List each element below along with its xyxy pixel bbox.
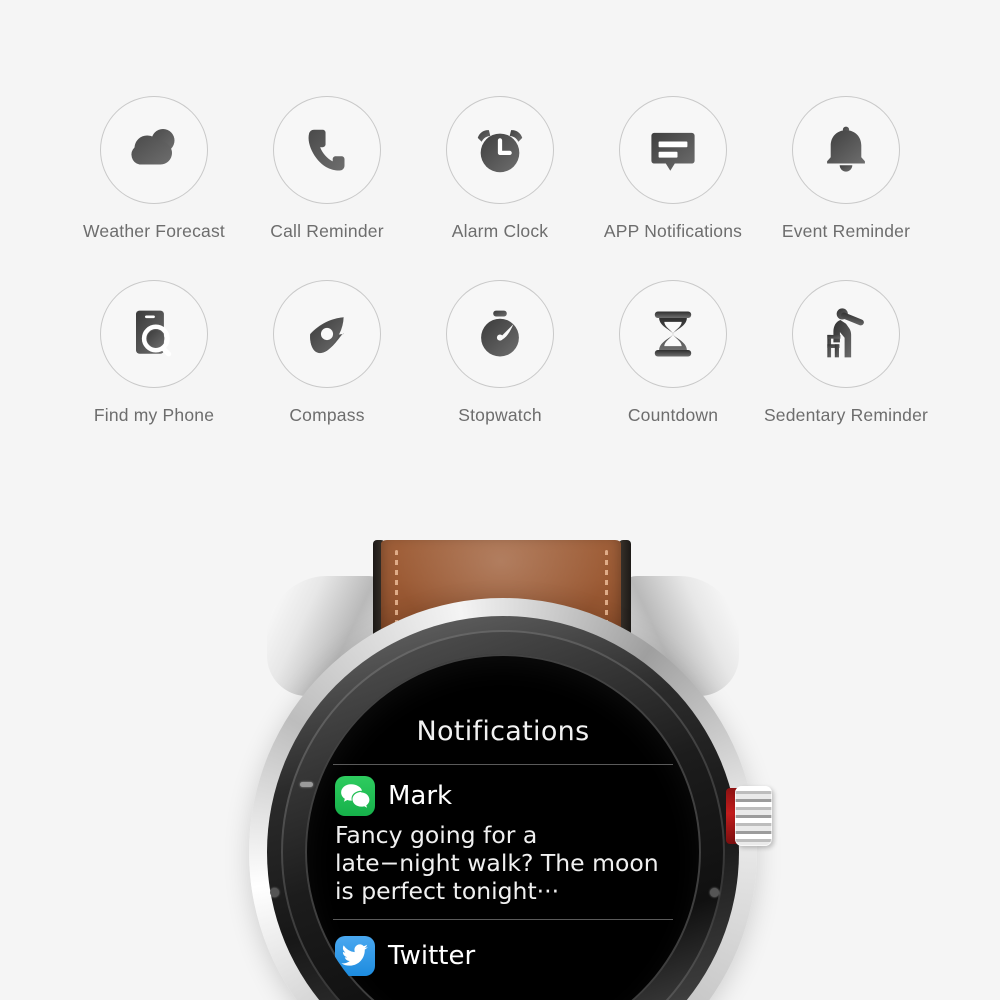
feature-item-event-reminder[interactable]: Event Reminder bbox=[760, 96, 933, 242]
stretching-person-icon bbox=[827, 308, 864, 358]
feature-item-find-my-phone[interactable]: Find my Phone bbox=[68, 280, 241, 426]
phone-search-icon bbox=[136, 310, 172, 357]
screen-divider bbox=[333, 919, 673, 920]
feature-grid: Weather Forecast Call Reminder Alarm Clo… bbox=[0, 96, 1000, 426]
chat-bubble-icon bbox=[651, 132, 695, 171]
feature-icon-circle bbox=[619, 96, 727, 204]
feature-label: Find my Phone bbox=[93, 405, 215, 425]
bell-icon bbox=[827, 126, 865, 172]
wechat-icon bbox=[335, 776, 375, 816]
feature-icon-circle bbox=[619, 280, 727, 388]
watch-crown-button[interactable] bbox=[735, 786, 772, 846]
feature-label: Stopwatch bbox=[458, 405, 542, 425]
feature-item-call-reminder[interactable]: Call Reminder bbox=[241, 96, 414, 242]
notification-message: Fancy going for a late−night walk? The m… bbox=[335, 821, 659, 906]
feature-item-alarm-clock[interactable]: Alarm Clock bbox=[414, 96, 587, 242]
case-screw-icon bbox=[710, 888, 719, 897]
feature-icon-circle bbox=[273, 96, 381, 204]
feature-row: Weather Forecast Call Reminder Alarm Clo… bbox=[0, 96, 1000, 242]
feature-label: APP Notifications bbox=[603, 221, 743, 241]
case-screw-icon bbox=[270, 888, 279, 897]
stopwatch-icon bbox=[481, 310, 519, 357]
phone-call-icon bbox=[308, 129, 345, 171]
cloud-sun-icon bbox=[131, 129, 175, 165]
feature-icon-circle bbox=[446, 96, 554, 204]
feature-label: Event Reminder bbox=[781, 221, 911, 241]
alarm-clock-icon bbox=[477, 130, 523, 173]
notification-sender: Twitter bbox=[388, 941, 476, 971]
feature-item-compass[interactable]: Compass bbox=[241, 280, 414, 426]
feature-icon-circle bbox=[446, 280, 554, 388]
wechat-glyph-icon bbox=[341, 784, 370, 808]
feature-label: Alarm Clock bbox=[451, 221, 549, 241]
screen-divider bbox=[333, 764, 673, 765]
notification-sender: Mark bbox=[388, 781, 453, 811]
screen-title: Notifications bbox=[416, 716, 590, 747]
notification-header: Mark bbox=[335, 776, 685, 816]
smartwatch-product-image: Notifications Mark Fancy going for a lat… bbox=[0, 520, 1000, 1000]
feature-icon-circle bbox=[100, 96, 208, 204]
feature-icon-circle bbox=[273, 280, 381, 388]
feature-icon-circle bbox=[792, 96, 900, 204]
feature-item-stopwatch[interactable]: Stopwatch bbox=[414, 280, 587, 426]
feature-label: Sedentary Reminder bbox=[763, 405, 929, 425]
twitter-icon bbox=[335, 936, 375, 976]
bezel-mark-icon bbox=[300, 782, 313, 787]
feature-icon-circle bbox=[100, 280, 208, 388]
notification-item[interactable]: Twitter bbox=[335, 936, 685, 976]
feature-item-countdown[interactable]: Countdown bbox=[587, 280, 760, 426]
feature-label: Weather Forecast bbox=[83, 221, 225, 241]
notification-header: Twitter bbox=[335, 936, 685, 976]
watch-stage: Notifications Mark Fancy going for a lat… bbox=[243, 520, 772, 1000]
notification-item[interactable]: Mark Fancy going for a late−night walk? … bbox=[335, 776, 685, 906]
feature-label: Call Reminder bbox=[270, 221, 384, 241]
feature-icon-circle bbox=[792, 280, 900, 388]
feature-label: Compass bbox=[289, 405, 365, 425]
feature-item-sedentary-reminder[interactable]: Sedentary Reminder bbox=[760, 280, 933, 426]
feature-label: Countdown bbox=[627, 405, 719, 425]
hourglass-icon bbox=[654, 311, 692, 357]
twitter-bird-icon bbox=[341, 944, 368, 966]
feature-item-weather-forecast[interactable]: Weather Forecast bbox=[68, 96, 241, 242]
compass-icon bbox=[310, 317, 344, 354]
feature-item-app-notifications[interactable]: APP Notifications bbox=[587, 96, 760, 242]
feature-row: Find my Phone Compass Stopwatch Countdow… bbox=[0, 280, 1000, 426]
